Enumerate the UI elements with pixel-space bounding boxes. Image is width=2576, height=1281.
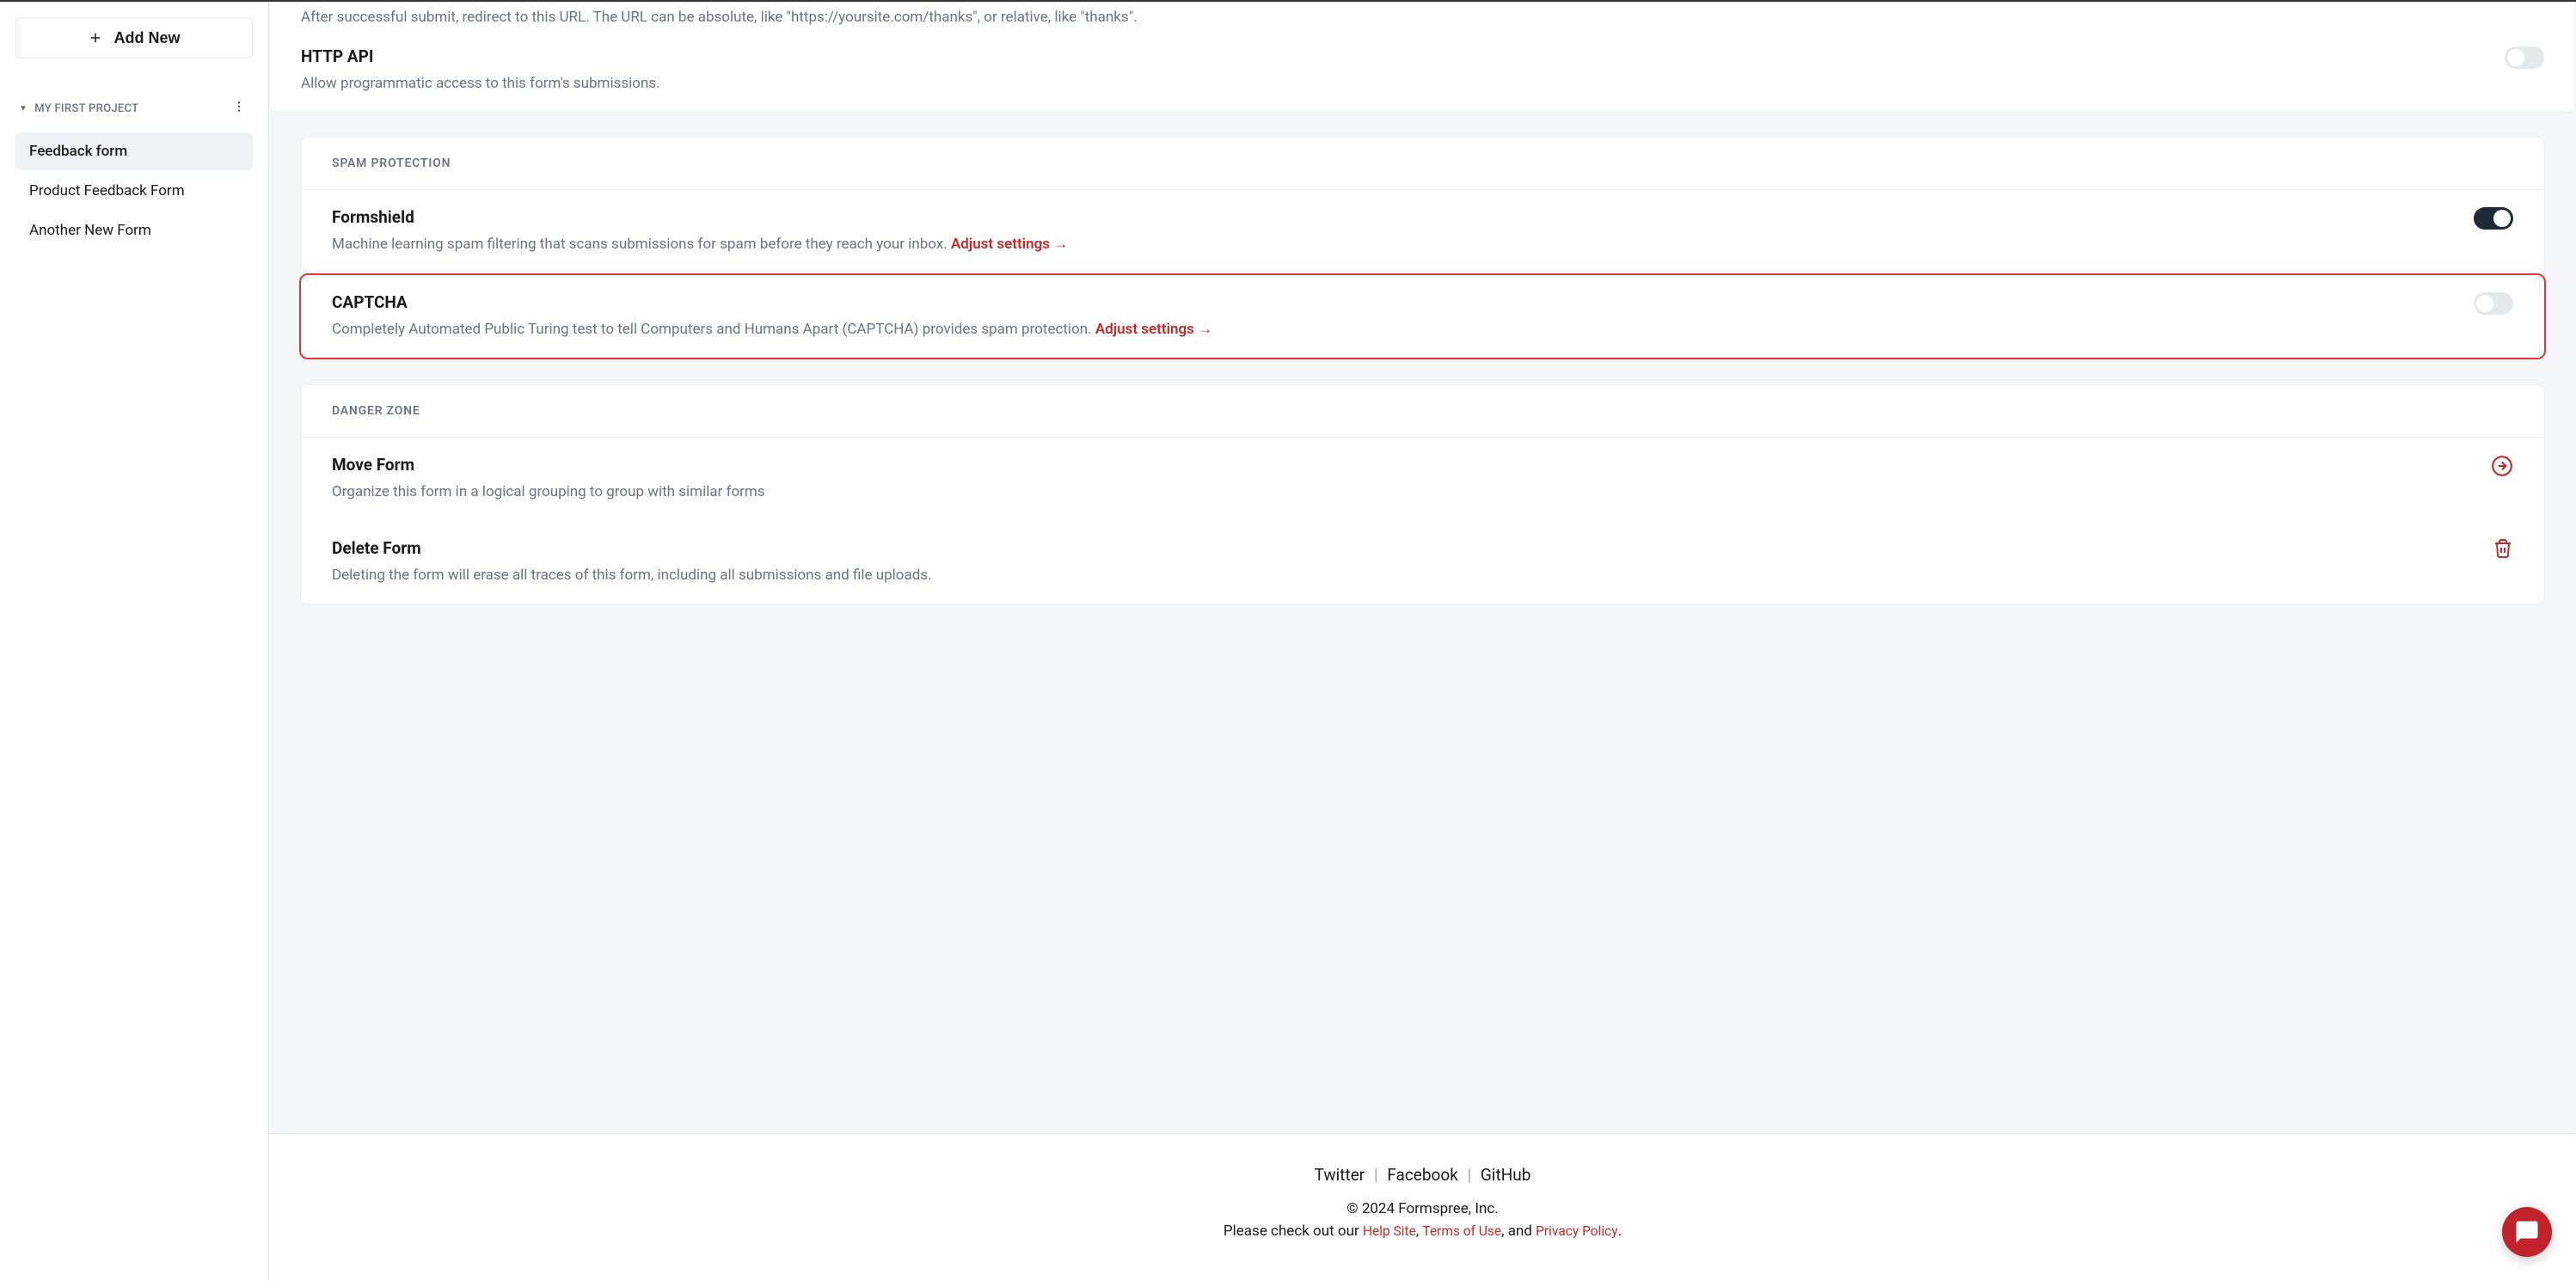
arrow-right-circle-icon [2491, 455, 2513, 477]
form-list: Feedback form Product Feedback Form Anot… [15, 132, 253, 249]
captcha-toggle[interactable] [2474, 292, 2513, 315]
captcha-title: CAPTCHA [332, 292, 2453, 312]
sidebar-item-feedback-form[interactable]: Feedback form [15, 132, 253, 170]
formshield-title: Formshield [332, 207, 2453, 227]
spam-section-header: SPAM PROTECTION [301, 138, 2544, 190]
footer-and: , and [1501, 1223, 1536, 1240]
project-name: MY FIRST PROJECT [34, 102, 138, 115]
formshield-toggle[interactable] [2474, 207, 2513, 230]
delete-form-desc: Deleting the form will erase all traces … [332, 565, 2472, 587]
captcha-desc-text: Completely Automated Public Turing test … [332, 321, 1095, 338]
project-header: ▼ MY FIRST PROJECT [15, 96, 253, 120]
sidebar-item-product-feedback[interactable]: Product Feedback Form [15, 172, 253, 210]
chat-icon [2514, 1219, 2540, 1245]
footer: Twitter | Facebook | GitHub © 2024 Forms… [269, 1133, 2576, 1281]
footer-github-link[interactable]: GitHub [1481, 1165, 1530, 1185]
move-form-desc: Organize this form in a logical grouping… [332, 481, 2470, 504]
redirect-desc: After successful submit, redirect to thi… [270, 2, 2575, 29]
sidebar-item-another-new-form[interactable]: Another New Form [15, 211, 253, 249]
http-api-row: HTTP API Allow programmatic access to th… [270, 29, 2575, 113]
footer-copyright: © 2024 Formspree, Inc. [290, 1200, 2555, 1217]
spam-protection-card: SPAM PROTECTION Formshield Machine learn… [300, 137, 2545, 360]
sidebar: Add New ▼ MY FIRST PROJECT Feedback form… [0, 2, 269, 1281]
formshield-row: Formshield Machine learning spam filteri… [301, 190, 2544, 273]
top-settings-card: After successful submit, redirect to thi… [269, 2, 2576, 113]
caret-down-icon: ▼ [19, 104, 28, 113]
delete-form-title: Delete Form [332, 538, 2472, 558]
privacy-link[interactable]: Privacy Policy [1536, 1223, 1617, 1239]
captcha-highlight: CAPTCHA Completely Automated Public Turi… [299, 273, 2546, 360]
terms-link[interactable]: Terms of Use [1422, 1223, 1501, 1239]
help-site-link[interactable]: Help Site [1363, 1223, 1416, 1239]
project-menu-button[interactable] [229, 96, 249, 120]
footer-legal-prefix: Please check out our [1224, 1223, 1363, 1240]
divider: | [1468, 1165, 1472, 1185]
footer-twitter-link[interactable]: Twitter [1315, 1165, 1365, 1185]
formshield-adjust-link[interactable]: Adjust settings → [951, 236, 1068, 253]
move-form-title: Move Form [332, 455, 2470, 475]
move-form-button[interactable] [2491, 455, 2513, 481]
http-api-desc: Allow programmatic access to this form's… [301, 73, 2484, 95]
captcha-row: CAPTCHA Completely Automated Public Turi… [301, 275, 2544, 359]
plus-icon [88, 30, 103, 46]
add-new-label: Add New [113, 29, 180, 47]
sidebar-item-label: Another New Form [29, 222, 151, 239]
captcha-desc: Completely Automated Public Turing test … [332, 319, 2453, 341]
chat-widget-button[interactable] [2502, 1207, 2552, 1257]
footer-legal: Please check out our Help Site, Terms of… [290, 1223, 2555, 1240]
divider: | [1374, 1165, 1378, 1185]
delete-form-button[interactable] [2493, 538, 2513, 562]
main-content: After successful submit, redirect to thi… [269, 2, 2576, 1281]
project-toggle[interactable]: ▼ MY FIRST PROJECT [19, 102, 138, 115]
toggle-knob [2507, 49, 2524, 66]
footer-facebook-link[interactable]: Facebook [1387, 1165, 1458, 1185]
trash-icon [2493, 538, 2513, 559]
danger-zone-card: DANGER ZONE Move Form Organize this form… [300, 384, 2545, 604]
footer-social-links: Twitter | Facebook | GitHub [290, 1165, 2555, 1185]
sidebar-item-label: Product Feedback Form [29, 182, 185, 199]
danger-section-header: DANGER ZONE [301, 385, 2544, 438]
captcha-adjust-link[interactable]: Adjust settings → [1095, 321, 1212, 338]
toggle-knob [2493, 210, 2511, 227]
delete-form-row: Delete Form Deleting the form will erase… [301, 521, 2544, 604]
formshield-desc: Machine learning spam filtering that sca… [332, 234, 2453, 256]
period: . [1618, 1223, 1622, 1240]
http-api-toggle[interactable] [2505, 46, 2544, 69]
dots-vertical-icon [232, 100, 246, 113]
add-new-button[interactable]: Add New [15, 17, 253, 58]
sidebar-item-label: Feedback form [29, 143, 127, 160]
move-form-row: Move Form Organize this form in a logica… [301, 438, 2544, 521]
toggle-knob [2476, 295, 2493, 312]
http-api-title: HTTP API [301, 46, 2484, 66]
formshield-desc-text: Machine learning spam filtering that sca… [332, 236, 951, 253]
